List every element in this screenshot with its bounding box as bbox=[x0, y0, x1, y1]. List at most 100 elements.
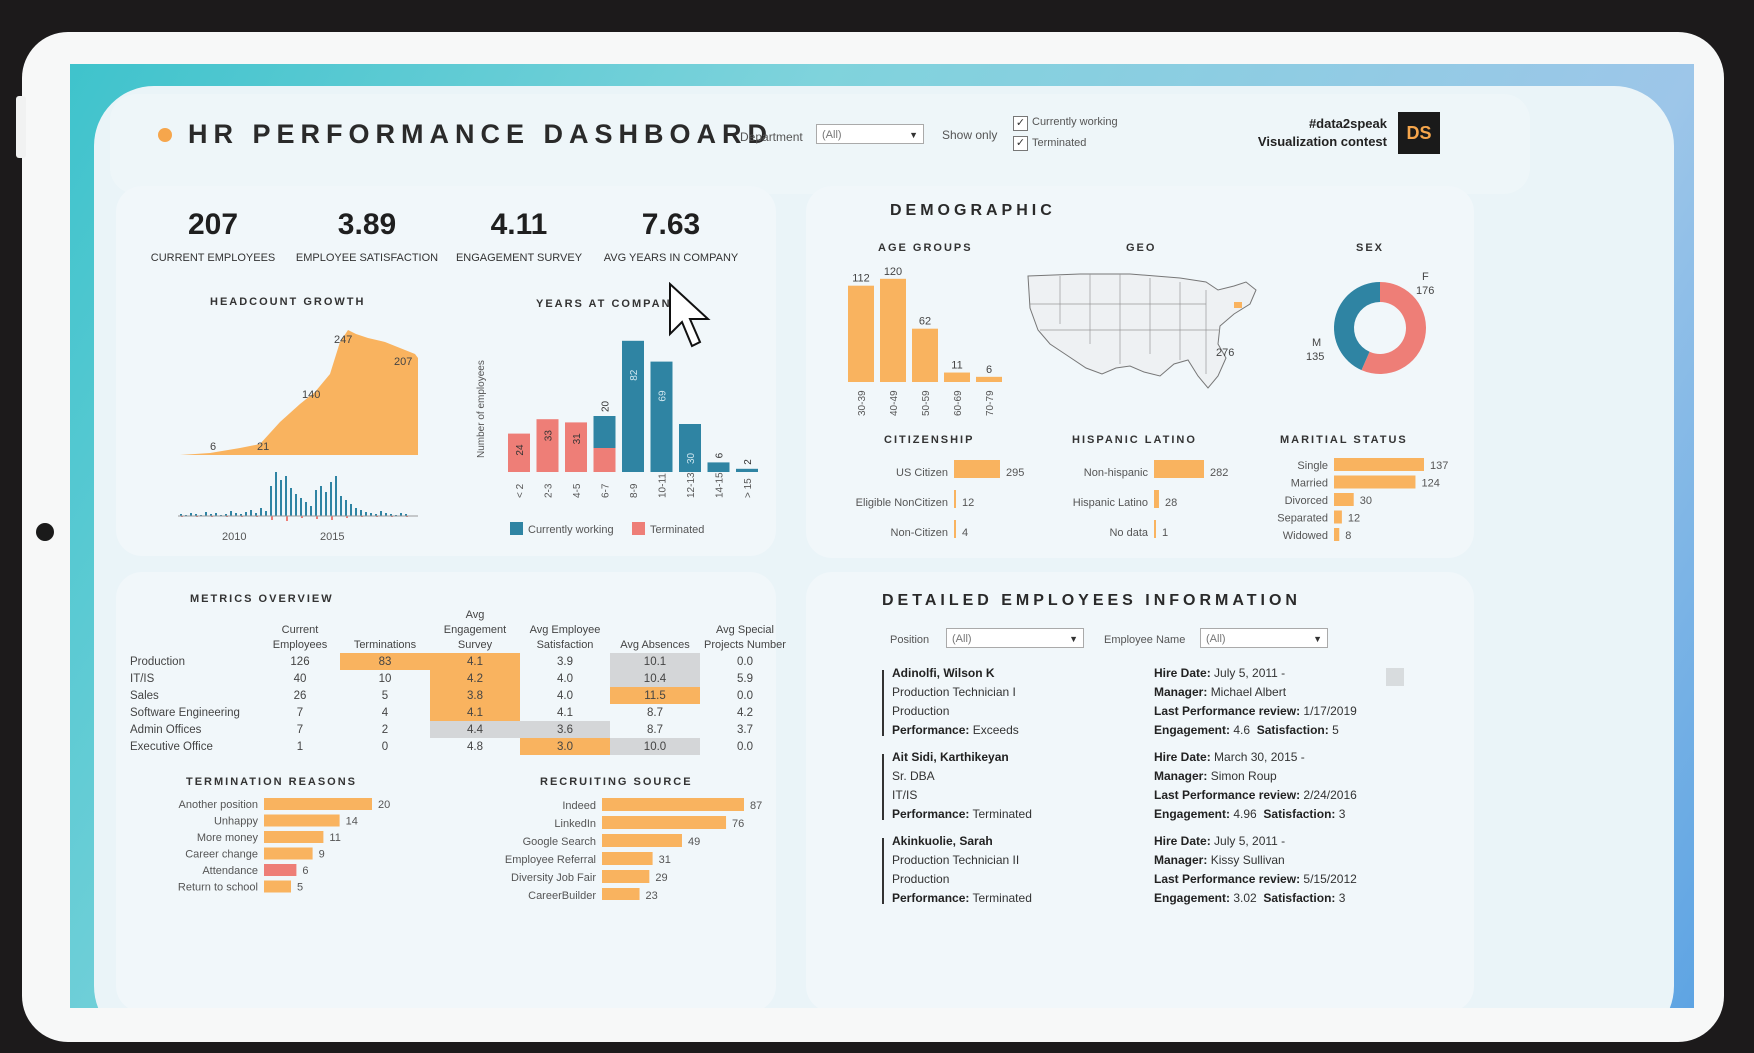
years-ylabel: Number of employees bbox=[476, 360, 487, 458]
age-tick-40-49: 40-49 bbox=[889, 390, 900, 416]
manager: Michael Albert bbox=[1210, 685, 1287, 699]
metrics-cell: 0 bbox=[381, 740, 389, 753]
satisfaction-value: 3 bbox=[1338, 807, 1346, 821]
marital-label-2: Divorced bbox=[1285, 495, 1328, 507]
tick-10-11: 10-11 bbox=[658, 473, 669, 498]
sex-donut: F 176 M 135 bbox=[1306, 271, 1434, 374]
termination-bar-5 bbox=[264, 880, 291, 893]
table-row: Admin Offices 7 2 4.4 3.6 8.7 3.7 bbox=[130, 721, 790, 738]
label-working-10-11: 69 bbox=[658, 390, 669, 402]
marital-bar-2 bbox=[1334, 493, 1354, 506]
employee-name-label: Employee Name bbox=[1104, 634, 1186, 646]
termination-bar-2 bbox=[264, 831, 324, 843]
recruiting-label-2: Google Search bbox=[523, 836, 596, 848]
marital-label-1: Married bbox=[1291, 478, 1328, 490]
years-bars: 24< 2332-3314-515206-7828-96910-113012-1… bbox=[508, 340, 758, 498]
metrics-cell: 0.0 bbox=[737, 740, 753, 753]
hiring-spike bbox=[330, 482, 332, 516]
termination-label-3: Career change bbox=[185, 849, 258, 861]
employee-card-right: Hire Date: July 5, 2011 - Manager: Michae… bbox=[1154, 664, 1357, 740]
hiring-spike bbox=[250, 510, 252, 516]
sex-label-m: M bbox=[1312, 337, 1321, 349]
metrics-cell: 4.1 bbox=[430, 653, 520, 670]
metrics-cell: 11.5 bbox=[610, 687, 700, 704]
department-select[interactable]: (All) ▼ bbox=[816, 124, 924, 144]
scrollbar-thumb[interactable] bbox=[1386, 668, 1404, 686]
marital-bar-1 bbox=[1334, 475, 1416, 489]
hiring-spike bbox=[360, 510, 362, 516]
label-terminated-< 2: 24 bbox=[515, 444, 526, 456]
employee-name-select[interactable]: (All) ▼ bbox=[1200, 628, 1328, 648]
ds-logo: DS bbox=[1398, 112, 1440, 154]
kpi-current-employees-value: 207 bbox=[187, 208, 239, 241]
metrics-cell: 4 bbox=[381, 706, 389, 719]
table-row: IT/IS 40 10 4.2 4.0 10.4 5.9 bbox=[130, 670, 790, 687]
hispanic-chart: Non-hispanic 282 Hispanic Latino 28 No data 1 bbox=[1073, 460, 1228, 539]
metrics-cell: 0.0 bbox=[737, 655, 753, 668]
legend-terminated: Terminated bbox=[650, 524, 704, 536]
age-tick-30-39: 30-39 bbox=[857, 390, 868, 416]
marital-bar-3 bbox=[1334, 510, 1342, 524]
employee-performance-label: Performance: bbox=[892, 891, 970, 905]
manager: Simon Roup bbox=[1210, 769, 1277, 783]
metrics-row-name: Software Engineering bbox=[130, 706, 240, 719]
table-row: Sales 26 5 3.8 4.0 11.5 0.0 bbox=[130, 687, 790, 704]
bar-working-10-11 bbox=[650, 361, 673, 472]
recruiting-label-3: Employee Referral bbox=[505, 854, 596, 866]
hiring-spike bbox=[260, 508, 262, 516]
employee-department: Production bbox=[892, 704, 950, 718]
tick-6-7: 6-7 bbox=[601, 483, 612, 498]
termination-bars: Another position 20 Unhappy 14 More money 11 C… bbox=[178, 798, 390, 894]
employee-performance-label: Performance: bbox=[892, 807, 970, 821]
termination-title: TERMINATION REASONS bbox=[186, 776, 358, 788]
legend-working: Currently working bbox=[528, 524, 614, 536]
marital-value-1: 124 bbox=[1421, 478, 1439, 490]
headcount-spikes bbox=[178, 472, 418, 521]
employee-performance: Terminated bbox=[972, 807, 1032, 821]
age-bar-50-59 bbox=[912, 328, 938, 382]
kpi-years-value: 7.63 bbox=[641, 208, 701, 241]
citizenship-bar-2 bbox=[954, 520, 956, 538]
hiring-spike bbox=[340, 496, 342, 516]
employee-card-left[interactable]: Adinolfi, Wilson K Production Technician … bbox=[892, 664, 1019, 740]
hiring-spike bbox=[295, 494, 297, 516]
marital-value-0: 137 bbox=[1430, 460, 1448, 472]
employee-department: Production bbox=[892, 872, 950, 886]
citizenship-bar-1 bbox=[954, 490, 956, 508]
metrics-cell: 4.0 bbox=[557, 672, 573, 685]
hiring-spike bbox=[290, 488, 292, 516]
recruiting-value-0: 87 bbox=[750, 800, 762, 812]
position-select[interactable]: (All) ▼ bbox=[946, 628, 1084, 648]
engagement-value: 4.96 bbox=[1233, 807, 1257, 821]
metrics-header-current: Current Employees bbox=[272, 624, 328, 651]
metrics-header-absences: Avg Absences bbox=[620, 639, 690, 651]
hire-date-label: Hire Date: bbox=[1154, 834, 1211, 848]
employee-name-value: (All) bbox=[1206, 633, 1226, 645]
metrics-cell: 3.9 bbox=[557, 655, 573, 668]
hiring-spike bbox=[280, 480, 282, 516]
age-tick-70-79: 70-79 bbox=[985, 390, 996, 416]
metrics-cell: 8.7 bbox=[647, 723, 663, 736]
recruiting-title: RECRUITING SOURCE bbox=[540, 776, 693, 788]
metrics-cell: 4.0 bbox=[557, 689, 573, 702]
employee-position: Sr. DBA bbox=[892, 769, 935, 783]
metrics-cell: 4.1 bbox=[430, 704, 520, 721]
employee-position: Production Technician II bbox=[892, 853, 1020, 867]
employee-name: Akinkuolie, Sarah bbox=[892, 834, 993, 848]
marital-label-3: Separated bbox=[1277, 513, 1328, 525]
metrics-cell: 4.1 bbox=[557, 706, 573, 719]
metrics-table: Current Employees Terminations Avg Engag… bbox=[130, 608, 790, 755]
employee-card-left[interactable]: Ait Sidi, Karthikeyan Sr. DBA IT/IS Perform… bbox=[892, 748, 1032, 824]
hispanic-title: HISPANIC LATINO bbox=[1072, 434, 1197, 446]
checkbox-terminated[interactable]: ✓ bbox=[1013, 136, 1028, 151]
hiring-spike bbox=[355, 508, 357, 516]
recruiting-chart: Indeed 87 LinkedIn 76 Google Search 49 Employe… bbox=[505, 798, 762, 900]
employee-card-left[interactable]: Akinkuolie, Sarah Production Technician I… bbox=[892, 832, 1032, 908]
marital-label-4: Widowed bbox=[1283, 530, 1328, 542]
geo-map: 276 bbox=[1027, 273, 1257, 389]
employee-divider bbox=[882, 670, 884, 736]
checkbox-currently-working[interactable]: ✓ bbox=[1013, 116, 1028, 131]
details-title: DETAILED EMPLOYEES INFORMATION bbox=[882, 592, 1301, 609]
satisfaction-value: 3 bbox=[1338, 891, 1346, 905]
kpi-engagement-label: ENGAGEMENT SURVEY bbox=[455, 252, 583, 264]
